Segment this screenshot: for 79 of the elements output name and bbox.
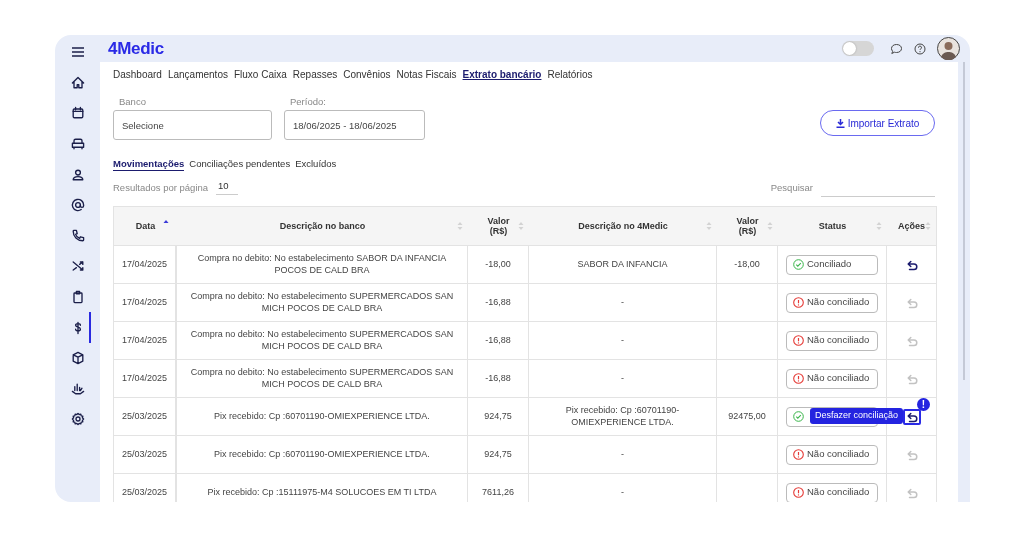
check-icon <box>793 411 804 422</box>
table-cell: - <box>529 436 717 473</box>
chat-icon[interactable] <box>890 42 903 55</box>
status-pill: Não conciliado <box>786 482 878 502</box>
table-cell: Compra no debito: No estabelecimento SUPERMERCADOS SAN MICH POCOS DE CALD BRA <box>177 360 468 397</box>
nav-link[interactable]: Convênios <box>343 69 391 80</box>
table-cell: - <box>529 322 717 359</box>
nav-link[interactable]: Notas Fiscais <box>396 69 457 80</box>
table-cell: - <box>529 284 717 321</box>
table-cell: Pix recebido: Cp :60701190-OMIEXPERIENCE LTDA. <box>529 398 717 435</box>
table-cell: 92475,00 <box>717 398 778 435</box>
logo: 4Medic <box>108 38 164 59</box>
table-cell: -18,00 <box>468 246 529 283</box>
column-header[interactable]: Ações <box>887 207 936 245</box>
table-cell: -16,88 <box>468 284 529 321</box>
alert-icon <box>793 487 804 498</box>
select-field[interactable]: Selecione <box>113 110 272 140</box>
nav-link[interactable]: Dashboard <box>113 69 162 80</box>
column-header[interactable]: Descrição no banco <box>177 207 468 245</box>
scrollbar[interactable] <box>963 62 965 380</box>
table-cell: 17/04/2025 <box>114 284 177 321</box>
table-cell: Compra no debito: No estabelecimento SUPERMERCADOS SAN MICH POCOS DE CALD BRA <box>177 322 468 359</box>
notification-badge: ! <box>917 398 930 411</box>
help-icon[interactable] <box>914 42 926 55</box>
table-cell: Pix recebido: Cp :60701190-OMIEXPERIENCE LTDA. <box>177 398 468 435</box>
field-label: Banco <box>118 96 147 107</box>
status-pill: Não conciliado <box>786 368 878 389</box>
table-cell: -18,00 <box>717 246 778 283</box>
alert-icon <box>793 297 804 308</box>
table-cell: 17/04/2025 <box>114 322 177 359</box>
table-cell: 924,75 <box>468 436 529 473</box>
check-icon <box>793 259 804 270</box>
alert-icon <box>793 335 804 346</box>
tab[interactable]: Movimentações <box>113 158 185 171</box>
page-size-label: Resultados por página <box>113 181 209 193</box>
nav-link[interactable]: Repasses <box>292 69 338 80</box>
search-label: Pesquisar <box>770 181 813 193</box>
table-cell: Compra no debito: No estabelecimento SUPERMERCADOS SAN MICH POCOS DE CALD BRA <box>177 284 468 321</box>
status-pill: Não conciliado <box>786 444 878 465</box>
table-cell: -16,88 <box>468 322 529 359</box>
field-label: Período: <box>289 96 327 107</box>
table-cell: 7611,26 <box>468 474 529 502</box>
table-cell: SABOR DA INFANCIA <box>529 246 717 283</box>
toggle-switch[interactable] <box>842 41 874 56</box>
column-header[interactable]: Valor (R$) <box>468 207 529 245</box>
tab[interactable]: Excluídos <box>295 158 337 171</box>
status-pill: Conciliado <box>786 254 878 275</box>
status-pill: Não conciliado <box>786 292 878 313</box>
table-cell: - <box>529 474 717 502</box>
table-cell: - <box>529 360 717 397</box>
alert-icon <box>793 373 804 384</box>
table-cell: Pix recebido: Cp :60701190-OMIEXPERIENCE LTDA. <box>177 436 468 473</box>
table-cell: -16,88 <box>468 360 529 397</box>
column-header[interactable]: Status <box>778 207 887 245</box>
download-icon <box>835 118 845 128</box>
tooltip: Desfazer conciliação <box>809 408 903 424</box>
nav-link[interactable]: Lançamentos <box>167 69 228 80</box>
nav-link[interactable]: Relatórios <box>547 69 593 80</box>
table-cell: 924,75 <box>468 398 529 435</box>
alert-icon <box>793 449 804 460</box>
column-header[interactable]: Valor (R$) <box>717 207 778 245</box>
column-header[interactable]: Data <box>114 207 177 245</box>
undo-button[interactable] <box>902 408 921 425</box>
tab[interactable]: Conciliações pendentes <box>189 158 291 171</box>
table-cell: Pix recebido: Cp :15111975-M4 SOLUCOES EM TI LTDA <box>177 474 468 502</box>
nav-link[interactable]: Extrato bancário <box>462 69 542 80</box>
status-pill: Não conciliado <box>786 330 878 351</box>
table-cell: 17/04/2025 <box>114 246 177 283</box>
table-cell: 25/03/2025 <box>114 436 177 473</box>
table-cell: 17/04/2025 <box>114 360 177 397</box>
column-header[interactable]: Descrição no 4Medic <box>529 207 717 245</box>
avatar[interactable] <box>937 37 960 60</box>
table-cell: 25/03/2025 <box>114 474 177 502</box>
table-cell: 25/03/2025 <box>114 398 177 435</box>
page-size-select[interactable]: 10 <box>216 179 239 195</box>
nav-link[interactable]: Fluxo Caixa <box>233 69 287 80</box>
import-button[interactable]: Importar Extrato <box>820 110 935 136</box>
table-cell: Compra no debito: No estabelecimento SABOR DA INFANCIA POCOS DE CALD BRA <box>177 246 468 283</box>
select-field[interactable]: 18/06/2025 - 18/06/2025 <box>284 110 425 140</box>
